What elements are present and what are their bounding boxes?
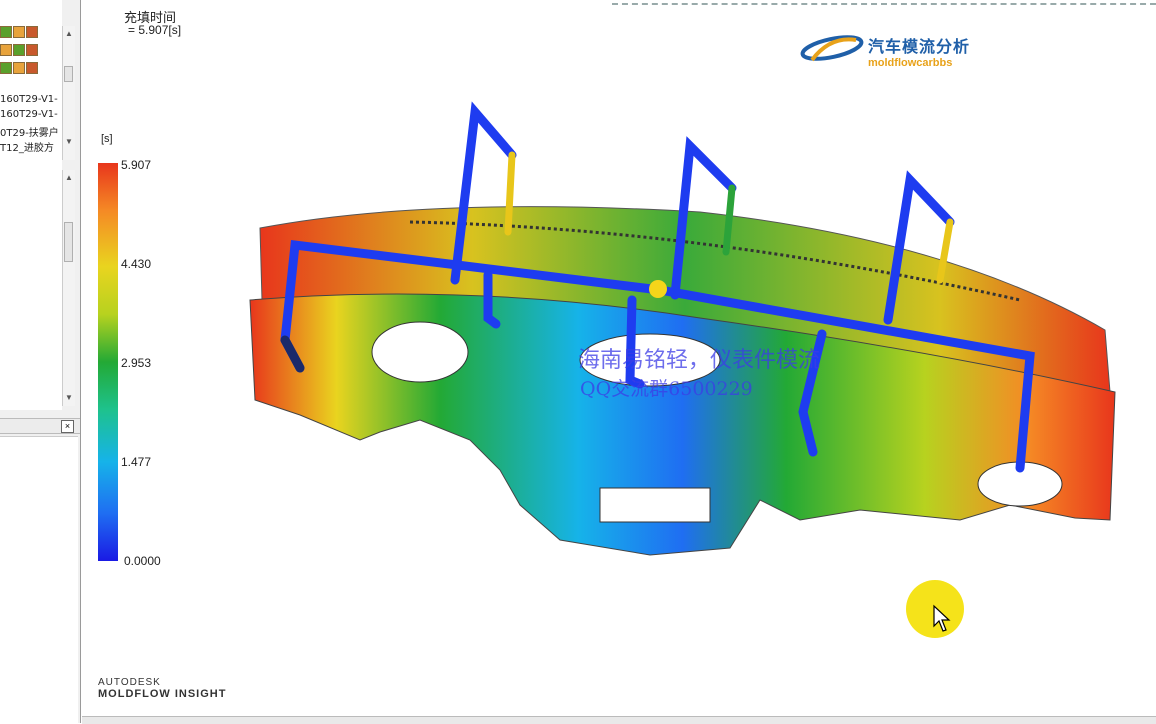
gate-marker-icon	[649, 280, 667, 298]
moldflow-insight-label: MOLDFLOW INSIGHT	[98, 688, 227, 700]
opening-left	[371, 321, 469, 383]
watermark-line-1: 海南易铭轻，仪表件模流	[578, 348, 821, 373]
watermark-line-2: QQ交流群6500229	[580, 378, 753, 400]
cursor-arrow-icon	[933, 604, 951, 632]
opening-bottom	[599, 487, 711, 523]
autodesk-label: AUTODESK	[98, 677, 161, 688]
